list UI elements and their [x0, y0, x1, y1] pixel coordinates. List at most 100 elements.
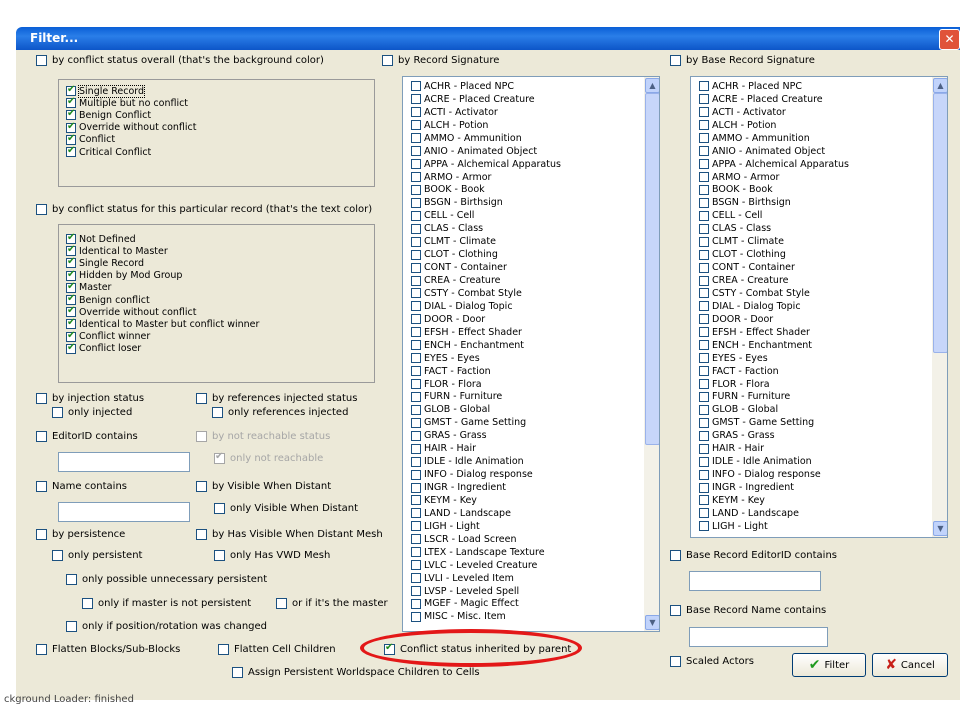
base-record-signature-item[interactable]: GMST - Game Setting	[699, 416, 849, 429]
base-scrollbar[interactable]: ▲ ▼	[932, 77, 947, 537]
checkbox[interactable]	[411, 379, 421, 390]
close-icon[interactable]: ✕	[939, 29, 960, 50]
scroll-up-icon[interactable]: ▲	[645, 78, 659, 93]
checkbox[interactable]	[699, 301, 709, 312]
checkbox[interactable]	[699, 107, 709, 118]
checkbox[interactable]	[699, 417, 709, 428]
checkbox[interactable]	[411, 508, 421, 519]
record-signature-item[interactable]: INFO - Dialog response	[411, 468, 561, 481]
checkbox[interactable]	[699, 379, 709, 390]
record-signature-item[interactable]: DIAL - Dialog Topic	[411, 300, 561, 313]
checkbox[interactable]	[411, 172, 421, 183]
checkbox[interactable]	[411, 107, 421, 118]
checkbox[interactable]	[411, 210, 421, 221]
checkbox[interactable]	[66, 256, 76, 269]
checkbox[interactable]	[411, 586, 421, 597]
base-record-signature-item[interactable]: EFSH - Effect Shader	[699, 326, 849, 339]
base-name-checkbox[interactable]: Base Record Name contains	[670, 605, 826, 616]
record-signature-item[interactable]: KEYM - Key	[411, 494, 561, 507]
checkbox[interactable]	[411, 236, 421, 247]
checkbox[interactable]	[411, 443, 421, 454]
checkbox[interactable]	[699, 133, 709, 144]
base-record-signature-item[interactable]: ALCH - Potion	[699, 119, 849, 132]
checkbox[interactable]	[699, 366, 709, 377]
checkbox[interactable]	[411, 611, 421, 622]
checkbox[interactable]	[411, 560, 421, 571]
checkbox[interactable]	[699, 288, 709, 299]
checkbox[interactable]	[66, 145, 76, 158]
base-editorid-checkbox[interactable]: Base Record EditorID contains	[670, 550, 837, 561]
checkbox[interactable]	[411, 469, 421, 480]
conflict-overall-item[interactable]: Override without conflict	[66, 121, 196, 134]
checkbox[interactable]	[66, 305, 76, 318]
base-editorid-input[interactable]	[689, 571, 821, 591]
checkbox[interactable]	[411, 391, 421, 402]
base-record-signature-item[interactable]: FURN - Furniture	[699, 391, 849, 404]
record-signature-list[interactable]: ACHR - Placed NPC ACRE - Placed Creature A…	[402, 76, 660, 632]
base-record-signature-checkbox[interactable]: by Base Record Signature	[670, 55, 815, 66]
record-signature-item[interactable]: CELL - Cell	[411, 209, 561, 222]
conflict-record-item[interactable]: Identical to Master but conflict winner	[66, 317, 259, 330]
checkbox[interactable]	[411, 275, 421, 286]
checkbox[interactable]	[411, 301, 421, 312]
record-signature-item[interactable]: BSGN - Birthsign	[411, 196, 561, 209]
base-record-signature-item[interactable]: LAND - Landscape	[699, 507, 849, 520]
checkbox[interactable]	[699, 184, 709, 195]
base-record-signature-item[interactable]: CONT - Container	[699, 261, 849, 274]
base-record-signature-item[interactable]: EYES - Eyes	[699, 352, 849, 365]
record-signature-item[interactable]: LSCR - Load Screen	[411, 533, 561, 546]
scroll-thumb[interactable]	[933, 93, 947, 353]
only-visible-when-distant-checkbox[interactable]: only Visible When Distant	[214, 503, 358, 514]
conflict-record-item[interactable]: Single Record	[66, 256, 259, 269]
base-record-signature-item[interactable]: INFO - Dialog response	[699, 468, 849, 481]
only-refs-injected-checkbox[interactable]: only references injected	[212, 407, 348, 418]
checkbox[interactable]	[411, 81, 421, 92]
scroll-down-icon[interactable]: ▼	[933, 521, 947, 536]
checkbox[interactable]	[411, 94, 421, 105]
checkbox[interactable]	[411, 288, 421, 299]
checkbox[interactable]	[411, 482, 421, 493]
checkbox[interactable]	[699, 456, 709, 467]
checkbox[interactable]	[411, 223, 421, 234]
record-signature-item[interactable]: FACT - Faction	[411, 365, 561, 378]
record-signature-item[interactable]: LVSP - Leveled Spell	[411, 585, 561, 598]
checkbox[interactable]	[411, 133, 421, 144]
checkbox[interactable]	[411, 366, 421, 377]
base-record-signature-item[interactable]: KEYM - Key	[699, 494, 849, 507]
base-record-signature-item[interactable]: DIAL - Dialog Topic	[699, 300, 849, 313]
checkbox[interactable]	[66, 281, 76, 293]
checkbox[interactable]	[411, 521, 421, 532]
editorid-contains-checkbox[interactable]: EditorID contains	[36, 431, 138, 442]
checkbox[interactable]	[411, 598, 421, 609]
assign-persistent-checkbox[interactable]: Assign Persistent Worldspace Children to…	[232, 667, 480, 678]
base-record-signature-item[interactable]: BSGN - Birthsign	[699, 196, 849, 209]
conflict-record-checkbox[interactable]: by conflict status for this particular r…	[36, 204, 372, 215]
checkbox[interactable]	[699, 159, 709, 170]
checkbox[interactable]	[411, 456, 421, 467]
conflict-overall-item[interactable]: Critical Conflict	[66, 145, 196, 158]
record-signature-item[interactable]: GMST - Game Setting	[411, 416, 561, 429]
checkbox[interactable]	[411, 547, 421, 558]
base-record-signature-item[interactable]: HAIR - Hair	[699, 442, 849, 455]
record-signature-item[interactable]: ANIO - Animated Object	[411, 145, 561, 158]
record-signature-item[interactable]: CSTY - Combat Style	[411, 287, 561, 300]
only-has-vwd-mesh-checkbox[interactable]: only Has VWD Mesh	[214, 550, 330, 561]
checkbox[interactable]	[699, 340, 709, 351]
only-possible-unnecessary-checkbox[interactable]: only possible unnecessary persistent	[66, 574, 267, 585]
record-signature-item[interactable]: LAND - Landscape	[411, 507, 561, 520]
checkbox[interactable]	[411, 327, 421, 338]
conflict-record-item[interactable]: Conflict loser	[66, 342, 259, 355]
conflict-overall-item[interactable]: Conflict	[66, 133, 196, 146]
record-scrollbar[interactable]: ▲ ▼	[644, 77, 659, 631]
base-record-signature-item[interactable]: LIGH - Light	[699, 520, 849, 533]
injection-status-checkbox[interactable]: by injection status	[36, 393, 144, 404]
checkbox[interactable]	[699, 94, 709, 105]
record-signature-item[interactable]: CREA - Creature	[411, 274, 561, 287]
checkbox[interactable]	[699, 469, 709, 480]
record-signature-item[interactable]: IDLE - Idle Animation	[411, 455, 561, 468]
checkbox[interactable]	[411, 314, 421, 325]
has-vwd-mesh-checkbox[interactable]: by Has Visible When Distant Mesh	[196, 529, 383, 540]
checkbox[interactable]	[411, 430, 421, 441]
filter-button[interactable]: ✔ Filter	[792, 653, 866, 677]
checkbox[interactable]	[699, 146, 709, 157]
